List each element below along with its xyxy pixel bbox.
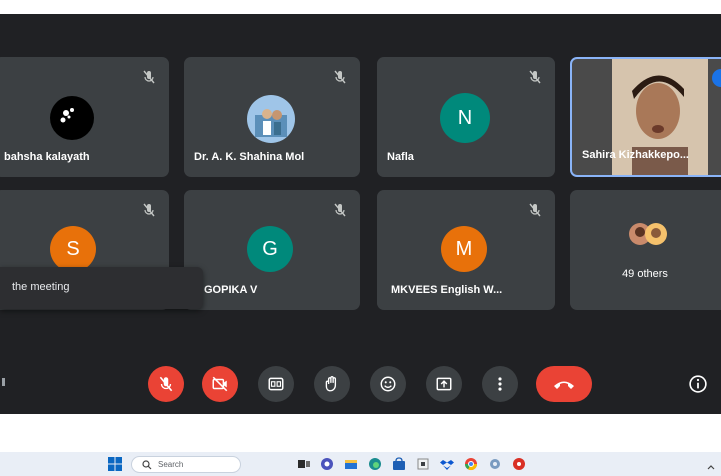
more-vert-icon xyxy=(498,377,502,391)
meeting-info-button[interactable] xyxy=(684,370,712,398)
participant-tile[interactable]: G GOPIKA V xyxy=(184,190,360,310)
speaking-indicator xyxy=(712,69,721,87)
mic-off-icon xyxy=(159,376,173,392)
mic-off-icon xyxy=(143,203,155,217)
app-red-icon[interactable] xyxy=(512,457,526,471)
taskbar-search[interactable]: Search xyxy=(131,456,241,473)
leave-call-button[interactable] xyxy=(536,366,592,402)
participant-avatar xyxy=(50,96,94,140)
others-avatars xyxy=(628,222,668,246)
participant-name: MKVEES English W... xyxy=(391,284,503,296)
camera-toggle-button[interactable] xyxy=(202,366,238,402)
participant-name: bahsha kalayath xyxy=(4,151,90,163)
participant-tile-speaking[interactable]: Sahira Kizhakkepo... xyxy=(570,57,721,177)
participant-avatar: M xyxy=(441,226,487,272)
dropbox-icon[interactable] xyxy=(440,457,454,471)
video-off-icon xyxy=(212,376,228,392)
others-count: 49 others xyxy=(622,268,668,280)
participant-avatar xyxy=(247,95,295,143)
info-icon xyxy=(689,375,707,393)
others-tile[interactable]: 49 others xyxy=(570,190,721,310)
taskbar: Search xyxy=(0,452,721,476)
reactions-button[interactable] xyxy=(370,366,406,402)
mic-off-icon xyxy=(334,203,346,217)
more-options-button[interactable] xyxy=(482,366,518,402)
tooltip: the meeting xyxy=(0,267,203,309)
raise-hand-button[interactable] xyxy=(314,366,350,402)
top-bar xyxy=(0,0,721,14)
chevron-up-icon[interactable] xyxy=(706,459,716,470)
cc-icon xyxy=(268,377,284,391)
meet-window: bahsha kalayath Dr. A. K. Shahina Mol N … xyxy=(0,0,721,414)
windows-start-icon[interactable] xyxy=(108,457,122,471)
participant-avatar: N xyxy=(440,93,490,143)
edge-browser-icon[interactable] xyxy=(368,457,382,471)
left-edge-mark xyxy=(2,378,5,386)
participant-tile[interactable]: Dr. A. K. Shahina Mol xyxy=(184,57,360,177)
participant-name: Sahira Kizhakkepo... xyxy=(582,149,689,161)
file-explorer-icon[interactable] xyxy=(344,457,358,471)
call-end-icon xyxy=(554,381,574,389)
mic-off-icon xyxy=(334,70,346,84)
present-icon xyxy=(436,377,452,391)
mic-off-icon xyxy=(529,70,541,84)
participant-name: GOPIKA V xyxy=(204,284,258,296)
search-placeholder: Search xyxy=(158,460,184,469)
participant-tile[interactable]: N Nafla xyxy=(377,57,555,177)
mic-toggle-button[interactable] xyxy=(148,366,184,402)
chat-icon[interactable] xyxy=(320,457,334,471)
emoji-icon xyxy=(380,376,396,392)
store-icon[interactable] xyxy=(392,457,406,471)
present-button[interactable] xyxy=(426,366,462,402)
hand-icon xyxy=(325,376,337,392)
settings-icon[interactable] xyxy=(488,457,502,471)
app-icon[interactable] xyxy=(416,457,430,471)
participant-name: Dr. A. K. Shahina Mol xyxy=(194,151,305,163)
task-view-icon[interactable] xyxy=(297,457,311,471)
participant-avatar: G xyxy=(247,226,293,272)
mic-off-icon xyxy=(143,70,155,84)
participant-avatar: S xyxy=(50,226,96,272)
chrome-icon[interactable] xyxy=(464,457,478,471)
captions-button[interactable] xyxy=(258,366,294,402)
participant-tile[interactable]: M MKVEES English W... xyxy=(377,190,555,310)
participant-tile[interactable]: bahsha kalayath xyxy=(0,57,169,177)
mic-off-icon xyxy=(529,203,541,217)
tooltip-text: the meeting xyxy=(12,281,70,293)
search-icon xyxy=(142,460,152,470)
participant-name: Nafla xyxy=(387,151,414,163)
